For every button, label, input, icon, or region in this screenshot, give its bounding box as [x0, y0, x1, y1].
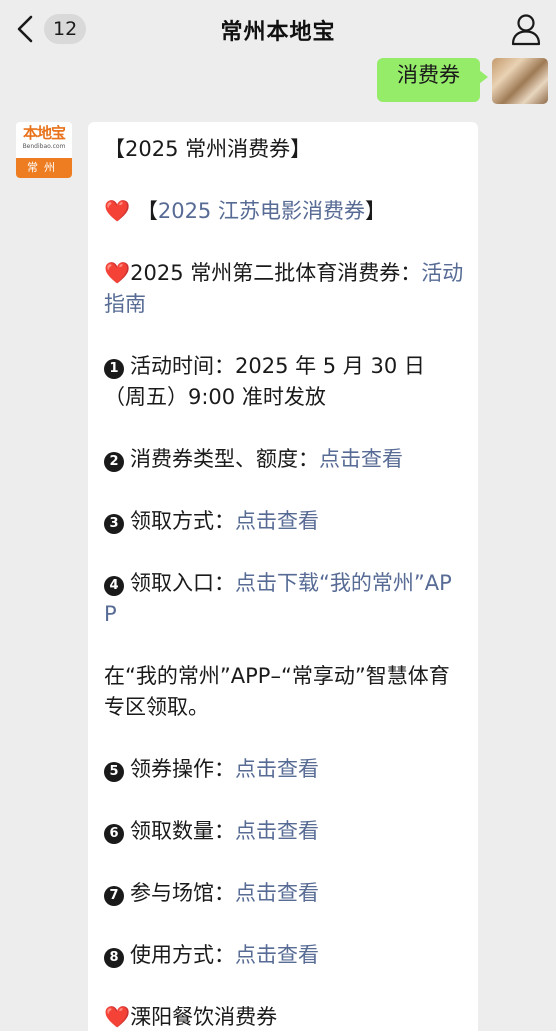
sender-logo: 本地宝 Bendibao.com	[16, 122, 72, 158]
my-avatar[interactable]	[492, 58, 548, 104]
item-sport: ❤️2025 常州第二批体育消费券：活动指南	[104, 258, 464, 320]
incoming-message-bubble[interactable]: 【2025 常州消费券】 ❤️ 【2025 江苏电影消费券】 ❤️2025 常州…	[88, 122, 478, 1031]
chevron-left-icon	[17, 15, 33, 43]
step-text: 活动时间：2025 年 5 月 30 日（周五）9:00 准时发放	[104, 354, 425, 409]
step-8: 8 使用方式：点击查看	[104, 940, 464, 971]
outgoing-message-row: 消费券	[377, 58, 548, 106]
step-link[interactable]: 点击查看	[235, 943, 319, 967]
movie-voucher-link[interactable]: 2025 江苏电影消费券	[158, 199, 365, 223]
item-movie-prefix: 【	[136, 199, 158, 223]
heart-icon: ❤️	[104, 1005, 131, 1029]
claim-note: 在“我的常州”APP–“常享动”智慧体育专区领取。	[104, 664, 450, 719]
step-4: 4 领取入口：点击下载“我的常州”APP	[104, 568, 464, 630]
outgoing-message-text: 消费券	[397, 63, 460, 87]
step-number-icon: 4	[104, 576, 124, 596]
step-link[interactable]: 点击查看	[235, 881, 319, 905]
item-movie-suffix: 】	[364, 199, 386, 223]
step-link[interactable]: 点击查看	[235, 757, 319, 781]
step-number-icon: 6	[104, 824, 124, 844]
step-number-icon: 1	[104, 359, 124, 379]
message-heading: 【2025 常州消费券】	[104, 137, 312, 161]
step-7: 7 参与场馆：点击查看	[104, 878, 464, 909]
step-1: 1 活动时间：2025 年 5 月 30 日（周五）9:00 准时发放	[104, 351, 464, 413]
logo-city: 常州	[16, 158, 72, 178]
step-text: 参与场馆：	[130, 881, 235, 905]
step-link[interactable]: 点击查看	[235, 819, 319, 843]
profile-button[interactable]	[510, 12, 542, 46]
step-link[interactable]: 点击查看	[235, 509, 319, 533]
step-number-icon: 7	[104, 886, 124, 906]
step-link[interactable]: 点击查看	[319, 447, 403, 471]
step-text: 领取数量：	[130, 819, 235, 843]
step-2: 2 消费券类型、额度：点击查看	[104, 444, 464, 475]
step-6: 6 领取数量：点击查看	[104, 816, 464, 847]
item-dining: ❤️溧阳餐饮消费券	[104, 1002, 464, 1031]
outgoing-message-bubble[interactable]: 消费券	[377, 58, 488, 102]
heart-icon: ❤️	[104, 199, 131, 223]
step-3: 3 领取方式：点击查看	[104, 506, 464, 537]
navbar: 12 常州本地宝	[0, 0, 556, 58]
heart-icon: ❤️	[104, 261, 131, 285]
step-number-icon: 5	[104, 762, 124, 782]
step-text: 领取入口：	[130, 571, 235, 595]
step-number-icon: 2	[104, 452, 124, 472]
step-5: 5 领券操作：点击查看	[104, 754, 464, 785]
step-text: 使用方式：	[130, 943, 235, 967]
logo-text: 本地宝	[22, 124, 66, 142]
chat-title: 常州本地宝	[220, 20, 336, 45]
logo-url: Bendibao.com	[22, 143, 66, 150]
person-icon	[511, 14, 541, 46]
back-button[interactable]: 12	[14, 12, 87, 46]
item-dining-text: 溧阳餐饮消费券	[130, 1005, 278, 1029]
step-text: 消费券类型、额度：	[130, 447, 319, 471]
step-text: 领取方式：	[130, 509, 235, 533]
item-sport-text: 2025 常州第二批体育消费券：	[130, 261, 422, 285]
step-number-icon: 8	[104, 948, 124, 968]
step-number-icon: 3	[104, 514, 124, 534]
unread-count-badge: 12	[44, 14, 87, 44]
step-text: 领券操作：	[130, 757, 235, 781]
item-movie: ❤️ 【2025 江苏电影消费券】	[104, 196, 464, 227]
sender-avatar[interactable]: 本地宝 Bendibao.com 常州	[16, 122, 72, 178]
